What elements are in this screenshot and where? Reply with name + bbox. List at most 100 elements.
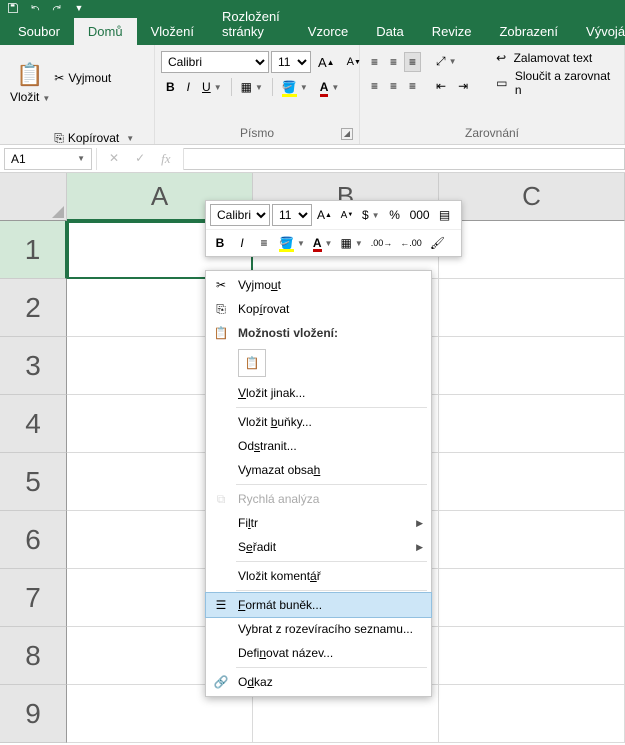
borders-button[interactable]: ▦▼ <box>236 77 268 97</box>
undo-icon[interactable] <box>28 1 42 15</box>
row-header-2[interactable]: 2 <box>0 279 67 337</box>
tab-zobrazeni[interactable]: Zobrazení <box>485 18 572 45</box>
chevron-right-icon: ▶ <box>416 518 423 529</box>
tab-vzorce[interactable]: Vzorce <box>294 18 362 45</box>
cell-c6[interactable] <box>439 511 625 569</box>
group-label-alignment: Zarovnání <box>465 126 519 140</box>
mini-increase-decimal-icon[interactable]: .00→ <box>368 233 396 253</box>
row-header-3[interactable]: 3 <box>0 337 67 395</box>
tab-vlozeni[interactable]: Vložení <box>137 18 208 45</box>
customize-qat-icon[interactable]: ▼ <box>72 1 86 15</box>
paste-icon: 📋 <box>245 356 260 370</box>
paste-button[interactable]: Vložit▼ <box>10 90 50 104</box>
row-header-8[interactable]: 8 <box>0 627 67 685</box>
cell-c5[interactable] <box>439 453 625 511</box>
bold-button[interactable]: B <box>161 77 180 97</box>
tab-vyvojar[interactable]: Vývojář <box>572 18 625 45</box>
ctx-pick-from-list[interactable]: Vybrat z rozevíracího seznamu... <box>206 617 431 641</box>
column-header-c[interactable]: C <box>439 173 625 221</box>
align-center-icon[interactable]: ≡ <box>385 76 402 96</box>
insert-function-icon[interactable]: fx <box>153 151 178 167</box>
ctx-insert-comment[interactable]: Vložit komentář <box>206 564 431 588</box>
cell-c1[interactable] <box>439 221 625 279</box>
link-icon: 🔗 <box>212 673 230 691</box>
row-header-9[interactable]: 9 <box>0 685 67 743</box>
cell-c4[interactable] <box>439 395 625 453</box>
font-name-select[interactable]: Calibri <box>161 51 269 73</box>
tab-rozlozeni[interactable]: Rozložení stránky <box>208 3 294 45</box>
redo-icon[interactable] <box>50 1 64 15</box>
cell-c9[interactable] <box>439 685 625 743</box>
cell-c2[interactable] <box>439 279 625 337</box>
ctx-hyperlink[interactable]: 🔗Odkaz <box>206 670 431 694</box>
name-box[interactable]: A1▼ <box>4 148 92 170</box>
mini-bold-button[interactable]: B <box>210 233 230 253</box>
align-bottom-icon[interactable]: ≡ <box>404 52 421 72</box>
fill-color-button[interactable]: 🪣▼ <box>277 77 313 97</box>
row-header-6[interactable]: 6 <box>0 511 67 569</box>
mini-accounting-format-icon[interactable]: $▼ <box>359 205 383 225</box>
ctx-sort[interactable]: Seřadit▶ <box>206 535 431 559</box>
cell-c8[interactable] <box>439 627 625 685</box>
cell-c3[interactable] <box>439 337 625 395</box>
row-header-7[interactable]: 7 <box>0 569 67 627</box>
font-dialog-launcher[interactable]: ◢ <box>341 128 353 140</box>
formula-input[interactable] <box>184 148 625 170</box>
select-all-corner[interactable] <box>0 173 67 221</box>
mini-increase-font-icon[interactable]: A▲ <box>314 205 335 225</box>
merge-center-button[interactable]: ▭ Sloučit a zarovnat n <box>496 69 618 97</box>
cell-c7[interactable] <box>439 569 625 627</box>
mini-align-icon[interactable]: ≡ <box>254 233 274 253</box>
ctx-format-cells[interactable]: ☰Formát buněk... <box>206 593 431 617</box>
cancel-formula-icon[interactable]: ✕ <box>101 151 127 166</box>
mini-toolbar: Calibri 11 A▲ A▼ $▼ % 000 ▤ B I ≡ 🪣▼ A▼ … <box>205 200 462 257</box>
row-header-4[interactable]: 4 <box>0 395 67 453</box>
ctx-paste-default[interactable]: 📋 <box>238 349 266 377</box>
ctx-copy[interactable]: ⎘Kopírovat <box>206 297 431 321</box>
ctx-clear[interactable]: Vymazat obsah <box>206 458 431 482</box>
align-middle-icon[interactable]: ≡ <box>385 52 402 72</box>
mini-percent-icon[interactable]: % <box>385 205 405 225</box>
mini-decrease-decimal-icon[interactable]: ←.00 <box>397 233 425 253</box>
ribbon-tabs: Soubor Domů Vložení Rozložení stránky Vz… <box>0 16 625 45</box>
font-size-select[interactable]: 11 <box>271 51 311 73</box>
mini-format-painter-icon[interactable]: 🖌 <box>427 233 448 253</box>
mini-fill-color-icon[interactable]: 🪣▼ <box>276 233 308 253</box>
increase-font-icon[interactable]: A▲ <box>313 52 340 73</box>
row-header-5[interactable]: 5 <box>0 453 67 511</box>
ctx-cut[interactable]: ✂Vyjmout <box>206 273 431 297</box>
mini-conditional-format-icon[interactable]: ▤ <box>435 205 455 225</box>
ctx-insert[interactable]: Vložit buňky... <box>206 410 431 434</box>
orientation-button[interactable]: ⤢▼ <box>431 51 462 72</box>
italic-button[interactable]: I <box>182 77 195 97</box>
mini-font-size[interactable]: 11 <box>272 204 312 226</box>
underline-button[interactable]: U▼ <box>197 77 227 97</box>
title-bar: ▼ <box>0 0 625 16</box>
enter-formula-icon[interactable]: ✓ <box>127 151 153 166</box>
ctx-paste-special[interactable]: Vložit jinak... <box>206 381 431 405</box>
ctx-define-name[interactable]: Definovat název... <box>206 641 431 665</box>
row-header-1[interactable]: 1 <box>0 221 67 279</box>
paste-icon[interactable]: 📋 <box>16 62 43 88</box>
tab-domu[interactable]: Domů <box>74 18 137 45</box>
cut-button[interactable]: ✂Vyjmout <box>54 49 148 107</box>
align-top-icon[interactable]: ≡ <box>366 52 383 72</box>
tab-soubor[interactable]: Soubor <box>4 18 74 45</box>
mini-borders-icon[interactable]: ▦▼ <box>337 233 365 253</box>
font-color-button[interactable]: A▼ <box>315 77 345 97</box>
save-icon[interactable] <box>6 1 20 15</box>
mini-decrease-font-icon[interactable]: A▼ <box>337 205 357 225</box>
wrap-text-button[interactable]: ↩ Zalamovat text <box>496 51 618 65</box>
decrease-indent-icon[interactable]: ⇤ <box>431 76 451 96</box>
align-left-icon[interactable]: ≡ <box>366 76 383 96</box>
mini-font-name[interactable]: Calibri <box>210 204 270 226</box>
ctx-delete[interactable]: Odstranit... <box>206 434 431 458</box>
ctx-filter[interactable]: Filtr▶ <box>206 511 431 535</box>
tab-revize[interactable]: Revize <box>418 18 486 45</box>
increase-indent-icon[interactable]: ⇥ <box>453 76 473 96</box>
mini-font-color-icon[interactable]: A▼ <box>310 233 336 253</box>
tab-data[interactable]: Data <box>362 18 417 45</box>
mini-comma-style-icon[interactable]: 000 <box>407 205 433 225</box>
align-right-icon[interactable]: ≡ <box>404 76 421 96</box>
mini-italic-button[interactable]: I <box>232 233 252 253</box>
